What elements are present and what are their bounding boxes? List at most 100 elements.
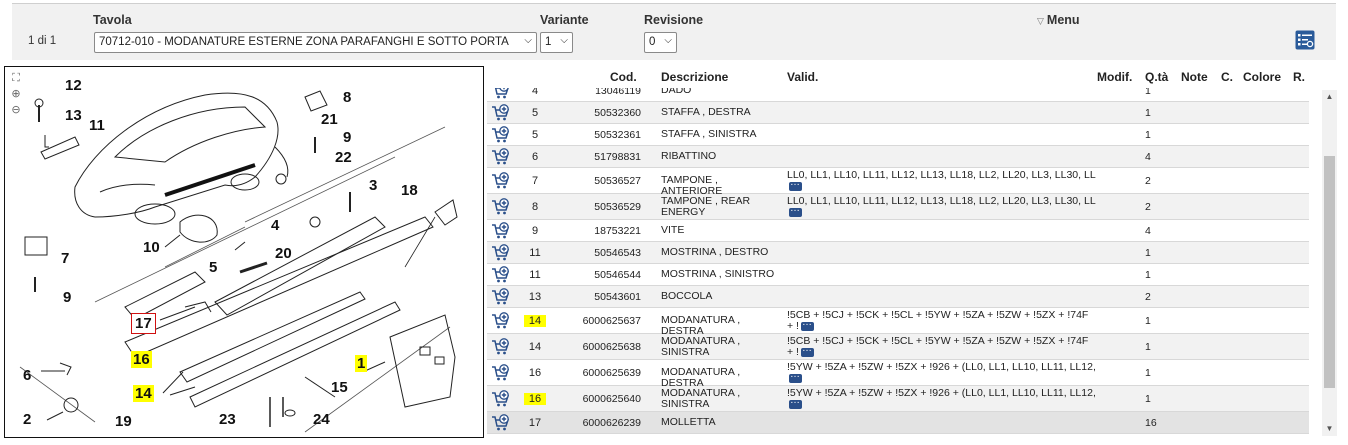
chevron-down-icon: ⌵ xyxy=(664,35,672,46)
more-validity-icon[interactable] xyxy=(789,203,802,217)
col-r[interactable]: R. xyxy=(1293,70,1305,84)
cell-tav: 4 xyxy=(531,88,539,97)
table-row[interactable]: 8 50536529 TAMPONE , REAR ENERGY LL0, LL… xyxy=(487,194,1309,220)
table-row[interactable]: 9 18753221 VITE 4 xyxy=(487,220,1309,242)
callout-17-selected[interactable]: 17 xyxy=(131,313,156,334)
cell-descrizione: MOLLETTA xyxy=(661,416,716,428)
table-row[interactable]: 4 13046119 DADO 1 xyxy=(487,88,1309,102)
more-validity-icon[interactable] xyxy=(800,343,814,357)
more-validity-icon[interactable] xyxy=(789,395,802,409)
cell-tav: 5 xyxy=(531,107,539,119)
callout-3[interactable]: 3 xyxy=(369,177,377,194)
fit-to-page-icon[interactable]: ⛶ xyxy=(9,71,23,85)
cell-descrizione: BOCCOLA xyxy=(661,290,713,302)
callout-24[interactable]: 24 xyxy=(313,411,330,428)
callout-23[interactable]: 23 xyxy=(219,411,236,428)
cell-qta: 1 xyxy=(1145,247,1151,259)
more-validity-icon[interactable] xyxy=(789,177,802,191)
add-to-cart-icon[interactable] xyxy=(491,244,511,262)
table-row[interactable]: 11 50546544 MOSTRINA , SINISTRO 1 xyxy=(487,264,1309,286)
add-to-cart-icon[interactable] xyxy=(491,104,511,122)
col-note[interactable]: Note xyxy=(1181,70,1208,84)
table-row[interactable]: 14 6000625637 MODANATURA , DESTRA !5CB +… xyxy=(487,308,1309,337)
list-view-icon[interactable] xyxy=(1295,30,1315,50)
callout-11[interactable]: 11 xyxy=(89,117,105,134)
scroll-thumb[interactable] xyxy=(1324,156,1335,388)
table-row[interactable]: 17 6000626239 MOLLETTA 16 xyxy=(487,412,1309,434)
cell-cod: 50532361 xyxy=(594,129,641,141)
callout-2[interactable]: 2 xyxy=(23,411,31,428)
col-c[interactable]: C. xyxy=(1221,70,1233,84)
zoom-in-icon[interactable]: ⊕ xyxy=(9,87,23,101)
table-row[interactable]: 16 6000625639 MODANATURA , DESTRA !5YW +… xyxy=(487,360,1309,389)
cell-descrizione: MODANATURA , SINISTRA xyxy=(661,335,741,358)
callout-12[interactable]: 12 xyxy=(65,77,82,94)
callout-9b[interactable]: 9 xyxy=(63,289,71,306)
add-to-cart-icon[interactable] xyxy=(491,338,511,356)
cell-descrizione: VITE xyxy=(661,224,685,236)
add-to-cart-icon[interactable] xyxy=(491,414,511,432)
callout-18[interactable]: 18 xyxy=(401,182,418,199)
col-cod[interactable]: Cod. xyxy=(610,70,637,84)
add-to-cart-icon[interactable] xyxy=(491,288,511,306)
callout-5[interactable]: 5 xyxy=(209,259,217,276)
menu-toggle[interactable]: ▽ Menu xyxy=(1037,13,1080,27)
triangle-down-icon: ▽ xyxy=(1037,16,1044,26)
table-row[interactable]: 6 51798831 RIBATTINO 4 xyxy=(487,146,1309,168)
scroll-up-icon[interactable]: ▲ xyxy=(1322,90,1337,104)
add-to-cart-icon[interactable] xyxy=(491,126,511,144)
callout-13[interactable]: 13 xyxy=(65,107,82,124)
callout-6[interactable]: 6 xyxy=(23,367,31,384)
add-to-cart-icon[interactable] xyxy=(491,266,511,284)
callout-9[interactable]: 9 xyxy=(343,129,351,146)
cell-tav: 11 xyxy=(529,247,541,259)
table-row[interactable]: 14 6000625638 MODANATURA , SINISTRA !5CB… xyxy=(487,334,1309,360)
add-to-cart-icon[interactable] xyxy=(491,364,511,382)
add-to-cart-icon[interactable] xyxy=(491,390,511,408)
table-row[interactable]: 11 50546543 MOSTRINA , DESTRO 1 xyxy=(487,242,1309,264)
callout-1[interactable]: 1 xyxy=(355,355,368,372)
table-body[interactable]: 4 13046119 DADO 1 5 50532360 STAFFA , DE… xyxy=(487,88,1309,436)
table-scrollbar[interactable]: ▲ ▼ xyxy=(1322,90,1337,436)
callout-10[interactable]: 10 xyxy=(143,239,160,256)
cell-qta: 4 xyxy=(1145,151,1151,163)
tavola-select[interactable]: 70712-010 - MODANATURE ESTERNE ZONA PARA… xyxy=(94,32,537,53)
more-validity-icon[interactable] xyxy=(800,317,814,331)
cell-cod: 6000625639 xyxy=(582,367,641,379)
callout-21[interactable]: 21 xyxy=(321,111,338,128)
col-modif[interactable]: Modif. xyxy=(1097,70,1132,84)
col-descrizione[interactable]: Descrizione xyxy=(661,70,728,84)
menu-label: Menu xyxy=(1046,13,1080,27)
callout-15[interactable]: 15 xyxy=(331,379,348,396)
add-to-cart-icon[interactable] xyxy=(491,222,511,240)
callout-22[interactable]: 22 xyxy=(335,149,352,166)
add-to-cart-icon[interactable] xyxy=(491,312,511,330)
variante-select[interactable]: 1 ⌵ xyxy=(540,32,573,53)
exploded-parts-diagram[interactable]: ⛶ ⊕ ⊖ 12 13 11 8 21 9 22 3 18 10 4 20 7 … xyxy=(4,66,484,438)
table-row[interactable]: 13 50543601 BOCCOLA 2 xyxy=(487,286,1309,308)
add-to-cart-icon[interactable] xyxy=(491,198,511,216)
callout-19[interactable]: 19 xyxy=(115,413,132,430)
zoom-out-icon[interactable]: ⊖ xyxy=(9,103,23,117)
scroll-down-icon[interactable]: ▼ xyxy=(1322,422,1337,436)
callout-7[interactable]: 7 xyxy=(61,250,69,267)
col-valid[interactable]: Valid. xyxy=(787,70,818,84)
table-row[interactable]: 5 50532360 STAFFA , DESTRA 1 xyxy=(487,102,1309,124)
callout-16[interactable]: 16 xyxy=(131,351,152,368)
revisione-select[interactable]: 0 ⌵ xyxy=(644,32,677,53)
col-colore[interactable]: Colore xyxy=(1243,70,1281,84)
cell-tav: 8 xyxy=(531,201,539,213)
table-row[interactable]: 5 50532361 STAFFA , SINISTRA 1 xyxy=(487,124,1309,146)
table-row[interactable]: 16 6000625640 MODANATURA , SINISTRA !5YW… xyxy=(487,386,1309,412)
callout-4[interactable]: 4 xyxy=(271,217,279,234)
callout-8[interactable]: 8 xyxy=(343,89,351,106)
add-to-cart-icon[interactable] xyxy=(491,88,511,100)
callout-14[interactable]: 14 xyxy=(133,385,154,402)
callout-20[interactable]: 20 xyxy=(275,245,292,262)
more-validity-icon[interactable] xyxy=(789,369,802,383)
add-to-cart-icon[interactable] xyxy=(491,148,511,166)
col-qta[interactable]: Q.tà xyxy=(1145,70,1168,84)
table-row[interactable]: 7 50536527 TAMPONE , ANTERIORE LL0, LL1,… xyxy=(487,168,1309,197)
tavola-select-value: 70712-010 - MODANATURE ESTERNE ZONA PARA… xyxy=(99,36,509,48)
add-to-cart-icon[interactable] xyxy=(491,172,511,190)
